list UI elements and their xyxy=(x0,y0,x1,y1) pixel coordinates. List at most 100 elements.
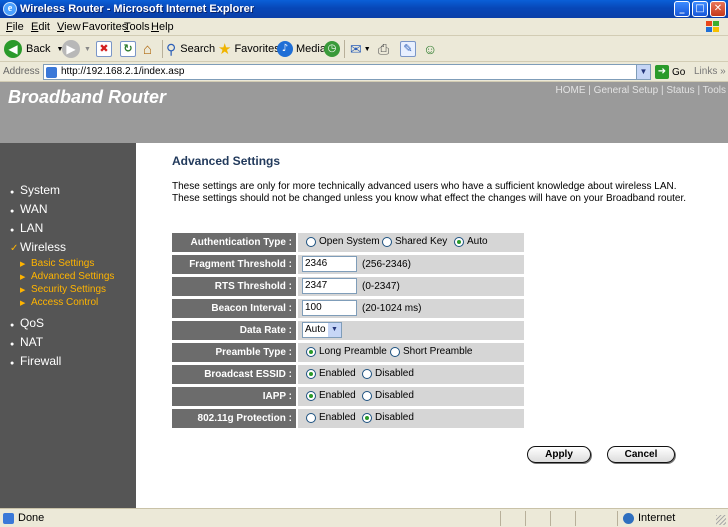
auth-type-label: Authentication Type : xyxy=(172,233,296,252)
sidebar-item-wan[interactable]: ● WAN xyxy=(10,202,48,216)
fragment-threshold-input[interactable]: 2346 xyxy=(302,256,357,272)
menu-help[interactable]: Help xyxy=(151,21,174,33)
history-button[interactable]: ◷ xyxy=(324,39,340,59)
media-button[interactable]: ♪ Media xyxy=(277,39,326,59)
home-button[interactable]: ⌂ xyxy=(143,39,152,59)
maximize-button[interactable]: □ xyxy=(692,1,708,17)
triangle-bullet-icon: ▶ xyxy=(20,261,26,268)
triangle-bullet-icon: ▶ xyxy=(20,287,26,294)
auth-auto-radio[interactable]: Auto xyxy=(454,236,488,247)
forward-arrow-icon: ▶ xyxy=(62,40,80,58)
media-icon: ♪ xyxy=(277,41,293,57)
beacon-interval-cell: 100 (20-1024 ms) xyxy=(298,299,524,318)
sidebar-subitem-advanced-settings[interactable]: ▶ Advanced Settings xyxy=(20,271,114,282)
beacon-interval-input[interactable]: 100 xyxy=(302,300,357,316)
sidebar-subitem-access-control[interactable]: ▶ Access Control xyxy=(20,297,98,308)
router-header: Broadband Router HOME | General Setup | … xyxy=(0,82,728,143)
forward-button[interactable]: ▶ ▼ xyxy=(62,39,91,59)
browser-window: e Wireless Router - Microsoft Internet E… xyxy=(0,0,728,527)
print-icon: ⎙ xyxy=(378,40,390,57)
sidebar-item-system[interactable]: ● System xyxy=(10,183,60,197)
close-button[interactable]: ✕ xyxy=(710,1,726,17)
toolbar-divider xyxy=(344,40,345,58)
broadcast-essid-row: Broadcast ESSID : Enabled Disabled xyxy=(172,365,524,384)
back-arrow-icon: ◀ xyxy=(4,40,22,58)
address-dropdown-icon[interactable]: ▼ xyxy=(636,65,650,79)
page-icon xyxy=(46,67,57,78)
mail-icon: ✉ xyxy=(350,40,362,57)
history-icon: ◷ xyxy=(324,41,340,57)
address-url[interactable]: http://192.168.2.1/index.asp xyxy=(61,66,184,77)
favorites-button[interactable]: ★ Favorites xyxy=(218,39,280,59)
back-button[interactable]: ◀ Back ▼ xyxy=(4,39,63,59)
toolbar: ◀ Back ▼ ▶ ▼ ✖ ↻ ⌂ ⚲ Search ★ Favorites … xyxy=(0,36,728,62)
chevron-down-icon: ▼ xyxy=(328,323,341,337)
star-icon: ★ xyxy=(218,41,232,58)
sidebar-item-qos[interactable]: ● QoS xyxy=(10,316,44,330)
address-input[interactable]: http://192.168.2.1/index.asp ▼ xyxy=(43,64,651,80)
toolbar-divider xyxy=(162,40,163,58)
status-divider xyxy=(550,511,551,526)
search-icon: ⚲ xyxy=(166,40,177,57)
menu-file[interactable]: File xyxy=(6,21,24,33)
messenger-button[interactable]: ☺ xyxy=(423,39,437,59)
preamble-short-radio[interactable]: Short Preamble xyxy=(390,346,472,357)
minimize-button[interactable]: _ xyxy=(674,1,690,17)
edit-icon: ✎ xyxy=(400,41,416,57)
preamble-long-radio[interactable]: Long Preamble xyxy=(306,346,387,357)
page-title: Advanced Settings xyxy=(172,154,281,168)
chevron-down-icon: ▼ xyxy=(84,45,91,53)
sidebar-subitem-basic-settings[interactable]: ▶ Basic Settings xyxy=(20,258,94,269)
sidebar-item-firewall[interactable]: ● Firewall xyxy=(10,354,61,368)
menu-bar: File Edit View Favorites Tools Help xyxy=(0,18,728,36)
edit-button[interactable]: ✎ xyxy=(400,39,416,59)
globe-icon xyxy=(623,512,634,524)
links-button[interactable]: Links » xyxy=(694,66,726,77)
messenger-icon: ☺ xyxy=(423,41,438,57)
cancel-button[interactable]: Cancel xyxy=(607,446,675,463)
top-nav[interactable]: HOME | General Setup | Status | Tools xyxy=(556,85,726,96)
auth-open-system-radio[interactable]: Open System xyxy=(306,236,380,247)
title-bar: e Wireless Router - Microsoft Internet E… xyxy=(0,0,728,18)
broadcast-essid-label: Broadcast ESSID : xyxy=(172,365,296,384)
page-viewport: Broadband Router HOME | General Setup | … xyxy=(0,82,728,508)
menu-edit[interactable]: Edit xyxy=(31,21,50,33)
resize-grip[interactable] xyxy=(716,515,726,525)
preamble-type-options: Long Preamble Short Preamble xyxy=(298,343,524,362)
window-title: Wireless Router - Microsoft Internet Exp… xyxy=(20,3,255,15)
fragment-threshold-cell: 2346 (256-2346) xyxy=(298,255,524,274)
search-button[interactable]: ⚲ Search xyxy=(166,39,215,59)
g-protection-row: 802.11g Protection : Enabled Disabled xyxy=(172,409,524,428)
protection-enabled-radio[interactable]: Enabled xyxy=(306,412,356,423)
menu-favorites[interactable]: Favorites xyxy=(82,21,127,33)
preamble-type-row: Preamble Type : Long Preamble Short Prea… xyxy=(172,343,524,362)
protection-disabled-radio[interactable]: Disabled xyxy=(362,412,414,423)
apply-button[interactable]: Apply xyxy=(527,446,591,463)
chevron-down-icon: ▼ xyxy=(363,45,371,53)
data-rate-select[interactable]: Auto ▼ xyxy=(302,322,342,338)
rts-threshold-input[interactable]: 2347 xyxy=(302,278,357,294)
go-button[interactable]: ➜ Go xyxy=(655,65,685,79)
status-divider xyxy=(500,511,501,526)
auth-type-options: Open System Shared Key Auto xyxy=(298,233,524,252)
sidebar-item-nat[interactable]: ● NAT xyxy=(10,335,43,349)
essid-enabled-radio[interactable]: Enabled xyxy=(306,368,356,379)
mail-button[interactable]: ✉ ▼ xyxy=(350,39,371,59)
status-divider xyxy=(525,511,526,526)
sidebar-item-lan[interactable]: ● LAN xyxy=(10,221,43,235)
data-rate-cell: Auto ▼ xyxy=(298,321,524,340)
auth-shared-key-radio[interactable]: Shared Key xyxy=(382,236,447,247)
essid-disabled-radio[interactable]: Disabled xyxy=(362,368,414,379)
print-button[interactable]: ⎙ xyxy=(378,39,389,59)
menu-view[interactable]: View xyxy=(57,21,81,33)
iapp-disabled-radio[interactable]: Disabled xyxy=(362,390,414,401)
home-icon: ⌂ xyxy=(143,40,153,58)
iapp-enabled-radio[interactable]: Enabled xyxy=(306,390,356,401)
stop-button[interactable]: ✖ xyxy=(96,39,112,59)
menu-tools[interactable]: Tools xyxy=(124,21,150,33)
refresh-button[interactable]: ↻ xyxy=(120,39,136,59)
sidebar-subitem-security-settings[interactable]: ▶ Security Settings xyxy=(20,284,106,295)
sidebar-item-wireless[interactable]: ✓ Wireless xyxy=(10,240,66,254)
status-text: Done xyxy=(3,512,44,524)
address-label: Address xyxy=(3,66,40,77)
